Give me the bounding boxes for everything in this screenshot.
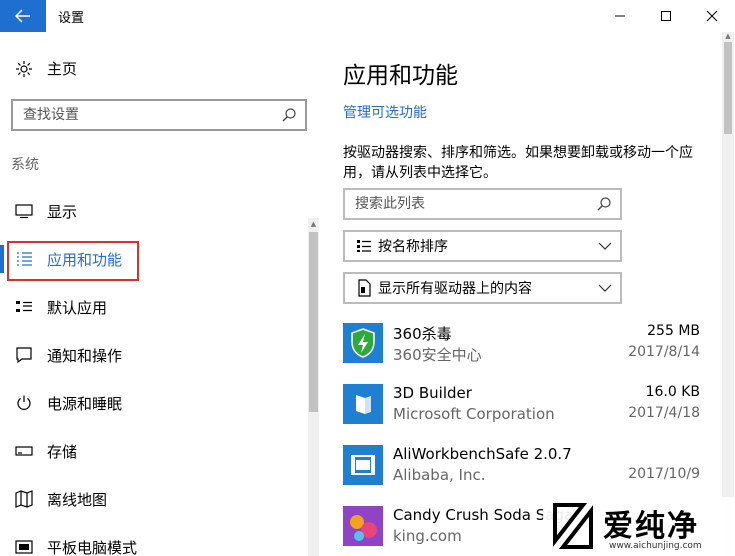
- sidebar-item-storage[interactable]: 存储: [0, 429, 305, 473]
- app-list-item[interactable]: 360杀毒 360安全中心 255 MB 2017/8/14: [343, 323, 703, 379]
- main-scrollbar[interactable]: ▲: [722, 32, 734, 556]
- drive-file-icon: [355, 279, 373, 297]
- default-apps-icon: [14, 297, 34, 317]
- close-button[interactable]: [689, 0, 735, 32]
- app-date: 2017/10/9: [628, 466, 700, 482]
- app-size: 16.0 KB: [645, 384, 700, 400]
- home-link[interactable]: 主页: [14, 58, 77, 79]
- active-indicator: [0, 245, 4, 273]
- chevron-down-icon: [598, 242, 612, 250]
- sidebar-item-label: 显示: [47, 202, 78, 221]
- tablet-icon: [14, 537, 34, 556]
- scroll-up-icon[interactable]: ▲: [309, 220, 318, 228]
- minimize-icon: [615, 15, 625, 17]
- search-icon[interactable]: [596, 196, 612, 212]
- power-icon: [14, 393, 34, 413]
- app-publisher: Microsoft Corporation: [393, 405, 555, 423]
- 360-antivirus-icon: [343, 323, 383, 363]
- app-window-icon: [343, 445, 383, 485]
- app-name: 360杀毒: [393, 325, 452, 343]
- settings-search[interactable]: [11, 99, 307, 131]
- map-icon: [14, 489, 34, 509]
- app-date: 2017/8/14: [628, 344, 700, 360]
- watermark: 爱纯净 www.aichunjing.com: [543, 497, 735, 556]
- app-publisher: king.com: [393, 527, 462, 545]
- drive-filter-dropdown[interactable]: 显示所有驱动器上的内容: [343, 272, 622, 304]
- app-list-search-input[interactable]: [345, 190, 585, 218]
- highlight-box: [7, 241, 139, 281]
- candy-crush-icon: [343, 506, 383, 546]
- settings-search-input[interactable]: [13, 101, 263, 129]
- main-content: 应用和功能 管理可选功能 按驱动器搜索、排序和筛选。如果想要卸载或移动一个应用，…: [320, 32, 735, 556]
- app-size: 255 MB: [647, 323, 700, 339]
- sidebar-item-label: 通知和操作: [47, 346, 123, 365]
- sidebar-scrollbar-thumb[interactable]: [309, 232, 318, 412]
- drive-filter-label: 显示所有驱动器上的内容: [378, 281, 532, 297]
- app-list-item[interactable]: 3D Builder Microsoft Corporation 16.0 KB…: [343, 384, 703, 440]
- section-label-system: 系统: [11, 157, 39, 173]
- app-publisher: Alibaba, Inc.: [393, 466, 486, 484]
- watermark-logo-icon: [553, 503, 593, 549]
- sidebar-item-offline-maps[interactable]: 离线地图: [0, 477, 305, 521]
- 3d-builder-icon: [343, 384, 383, 424]
- back-arrow-icon: [15, 9, 30, 23]
- sidebar-scrollbar[interactable]: ▲: [308, 218, 319, 556]
- sidebar-item-label: 存储: [47, 442, 78, 461]
- app-list-item[interactable]: AliWorkbenchSafe 2.0.7 Alibaba, Inc. 201…: [343, 445, 703, 501]
- close-icon: [706, 10, 718, 22]
- sort-dropdown[interactable]: 按名称排序: [343, 230, 622, 262]
- maximize-icon: [661, 11, 671, 21]
- sidebar-item-label: 默认应用: [47, 298, 108, 317]
- sidebar-item-label: 平板电脑模式: [47, 538, 138, 556]
- chevron-down-icon: [598, 284, 612, 292]
- back-button[interactable]: [0, 0, 46, 32]
- scroll-up-icon[interactable]: ▲: [724, 32, 732, 40]
- sidebar-item-label: 离线地图: [47, 490, 108, 509]
- display-icon: [14, 201, 34, 221]
- page-title: 应用和功能: [343, 63, 458, 89]
- description-text: 按驱动器搜索、排序和筛选。如果想要卸载或移动一个应用，请从列表中选择它。: [343, 145, 693, 181]
- sidebar-item-tablet-mode[interactable]: 平板电脑模式: [0, 525, 305, 556]
- search-icon[interactable]: [281, 107, 297, 123]
- app-date: 2017/4/18: [628, 405, 700, 421]
- sidebar-item-notifications[interactable]: 通知和操作: [0, 333, 305, 377]
- storage-icon: [14, 441, 34, 461]
- watermark-url: www.aichunjing.com: [609, 541, 702, 551]
- app-publisher: 360安全中心: [393, 346, 482, 364]
- manage-optional-features-link[interactable]: 管理可选功能: [343, 102, 427, 122]
- notification-icon: [14, 345, 34, 365]
- maximize-button[interactable]: [643, 0, 689, 32]
- sidebar-item-default-apps[interactable]: 默认应用: [0, 285, 305, 329]
- main-scrollbar-thumb[interactable]: [724, 42, 732, 134]
- app-name: AliWorkbenchSafe 2.0.7: [393, 445, 572, 463]
- watermark-text: 爱纯净: [603, 509, 699, 544]
- app-name: 3D Builder: [393, 384, 472, 402]
- sidebar-item-power[interactable]: 电源和睡眠: [0, 381, 305, 425]
- title-bar: 设置: [0, 0, 735, 32]
- sort-dropdown-label: 按名称排序: [378, 239, 448, 255]
- sidebar-item-label: 电源和睡眠: [47, 394, 123, 413]
- window-title: 设置: [58, 11, 85, 26]
- gear-icon: [16, 60, 32, 77]
- sidebar-item-display[interactable]: 显示: [0, 189, 305, 233]
- minimize-button[interactable]: [597, 0, 643, 32]
- sidebar: 主页 系统 显示 应用和功能 默认应用 通知和操作: [0, 32, 320, 556]
- home-label: 主页: [47, 60, 78, 78]
- app-list-search[interactable]: [343, 188, 622, 220]
- sort-list-icon: [355, 237, 373, 255]
